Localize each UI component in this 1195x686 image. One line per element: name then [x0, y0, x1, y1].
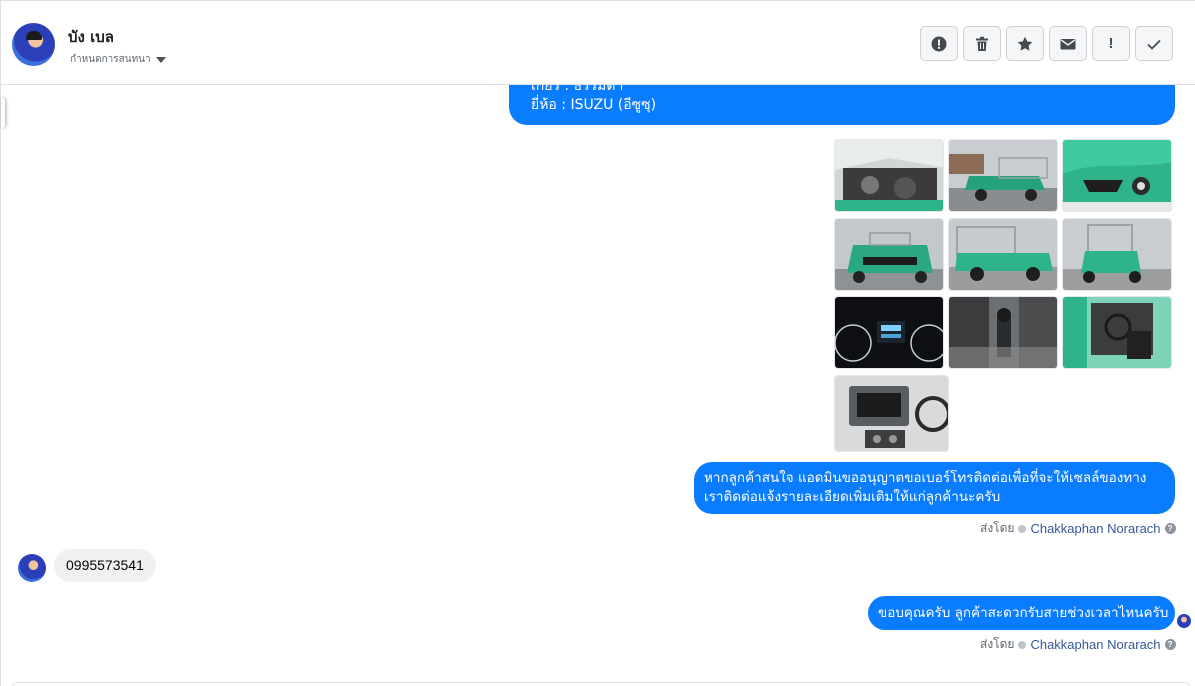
photo-gauge-cluster[interactable] [834, 296, 944, 369]
side-panel-toggle[interactable] [1, 98, 5, 128]
mark-unread-button[interactable] [1049, 26, 1087, 61]
caret-down-icon [155, 56, 166, 63]
conversation-header: บัง เบล กำหนดการสนทนา ! [1, 5, 1195, 85]
outgoing-message-thanks: ขอบคุณครับ ลูกค้าสะดวกรับสายช่วงเวลาไหนค… [868, 596, 1175, 630]
sent-by-row-2: ส่งโดย Chakkaphan Norarach ? [980, 635, 1176, 654]
assign-label: กำหนดการสนทนา [70, 54, 151, 65]
conversation-toolbar: ! [920, 26, 1173, 61]
sent-by-label: ส่งโดย [980, 637, 1015, 651]
photo-pickup-side[interactable] [948, 218, 1058, 291]
message-line-brand: ยี่ห้อ : ISUZU (อีซูซุ) [531, 97, 657, 113]
sent-by-name[interactable]: Chakkaphan Norarach [1030, 521, 1160, 536]
incoming-message-phone: 0995573541 [54, 549, 156, 582]
help-icon[interactable]: ? [1164, 523, 1176, 534]
sent-by-row-1: ส่งโดย Chakkaphan Norarach ? [980, 519, 1176, 538]
trash-icon [976, 36, 988, 51]
photo-gear-shifter[interactable] [948, 296, 1058, 369]
checkmark-icon [1147, 39, 1161, 50]
photo-engine-bay[interactable] [834, 139, 944, 212]
outgoing-message-request-phone: หากลูกค้าสนใจ แอดมินขออนุญาตขอเบอร์โทรติ… [694, 462, 1175, 514]
sent-by-label: ส่งโดย [980, 521, 1015, 535]
exclamation-icon: ! [1108, 35, 1114, 52]
message-composer[interactable] [12, 682, 1190, 686]
photo-pickup-front-quarter[interactable] [948, 139, 1058, 212]
photo-dashboard-console[interactable] [834, 375, 949, 452]
photo-headlight-closeup[interactable] [1062, 139, 1172, 212]
envelope-icon [1060, 38, 1076, 49]
photo-driver-cabin[interactable] [1062, 296, 1172, 369]
photo-pickup-front[interactable] [834, 218, 944, 291]
seen-avatar-icon [1177, 614, 1191, 628]
assign-conversation-dropdown[interactable]: กำหนดการสนทนา [70, 52, 166, 67]
photo-pickup-rear[interactable] [1062, 218, 1172, 291]
outgoing-message-details: เกียร์ : ธรรมดา ยี่ห้อ : ISUZU (อีซูซุ) [509, 85, 1175, 125]
star-button[interactable] [1006, 26, 1044, 61]
conversation-panel: บัง เบล กำหนดการสนทนา ! เกียร์: ธรรมดา … [0, 0, 1195, 686]
message-line-gear: เกียร์ : ธรรมดา [531, 85, 624, 94]
delete-button[interactable] [963, 26, 1001, 61]
contact-name[interactable]: บัง เบล [68, 25, 114, 49]
sent-by-name[interactable]: Chakkaphan Norarach [1030, 637, 1160, 652]
verified-icon [1018, 640, 1027, 649]
customer-avatar[interactable] [18, 554, 46, 582]
verified-icon [1018, 524, 1027, 533]
alert-circle-icon [931, 36, 947, 51]
star-icon [1017, 36, 1033, 51]
help-icon[interactable]: ? [1164, 639, 1176, 650]
report-spam-button[interactable] [920, 26, 958, 61]
contact-avatar[interactable] [12, 23, 55, 66]
mark-important-button[interactable]: ! [1092, 26, 1130, 61]
mark-done-button[interactable] [1135, 26, 1173, 61]
